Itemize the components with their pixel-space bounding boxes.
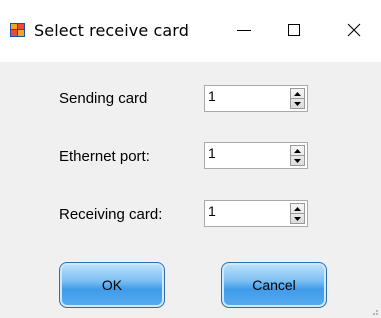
stepper-up-button[interactable]: [291, 204, 304, 213]
arrow-down-icon: [294, 101, 301, 106]
ethernet-port-spinbox[interactable]: 1: [204, 142, 308, 169]
receiving-card-value[interactable]: 1: [208, 203, 216, 219]
arrow-up-icon: [294, 148, 301, 153]
receiving-card-stepper[interactable]: [290, 203, 305, 224]
maximize-icon: [288, 24, 300, 36]
arrow-down-icon: [294, 216, 301, 221]
close-button[interactable]: [334, 14, 374, 46]
cancel-button[interactable]: Cancel: [221, 262, 327, 308]
ethernet-port-value[interactable]: 1: [208, 145, 216, 161]
receiving-card-spinbox[interactable]: 1: [204, 200, 308, 227]
sending-card-stepper[interactable]: [290, 88, 305, 109]
arrow-up-icon: [294, 206, 301, 211]
sending-card-value[interactable]: 1: [208, 88, 216, 104]
close-icon: [347, 23, 361, 37]
stepper-up-button[interactable]: [291, 146, 304, 155]
arrow-down-icon: [294, 158, 301, 163]
sending-card-label: Sending card: [59, 90, 148, 107]
maximize-button[interactable]: [274, 14, 314, 46]
stepper-down-button[interactable]: [291, 214, 304, 223]
ok-button[interactable]: OK: [59, 262, 165, 308]
resize-grip-icon[interactable]: [369, 306, 379, 316]
receiving-card-label: Receiving card:: [59, 206, 163, 223]
arrow-up-icon: [294, 91, 301, 96]
stepper-up-button[interactable]: [291, 89, 304, 98]
dialog-window: Select receive card Sending card 1 Ether…: [0, 0, 381, 318]
ethernet-port-stepper[interactable]: [290, 145, 305, 166]
app-icon: [10, 23, 25, 37]
ethernet-port-label: Ethernet port:: [59, 148, 150, 165]
stepper-down-button[interactable]: [291, 99, 304, 108]
sending-card-spinbox[interactable]: 1: [204, 85, 308, 112]
title-bar[interactable]: Select receive card: [0, 0, 381, 62]
window-title: Select receive card: [34, 21, 189, 40]
stepper-down-button[interactable]: [291, 156, 304, 165]
minimize-icon: [237, 30, 251, 31]
minimize-button[interactable]: [224, 14, 264, 46]
